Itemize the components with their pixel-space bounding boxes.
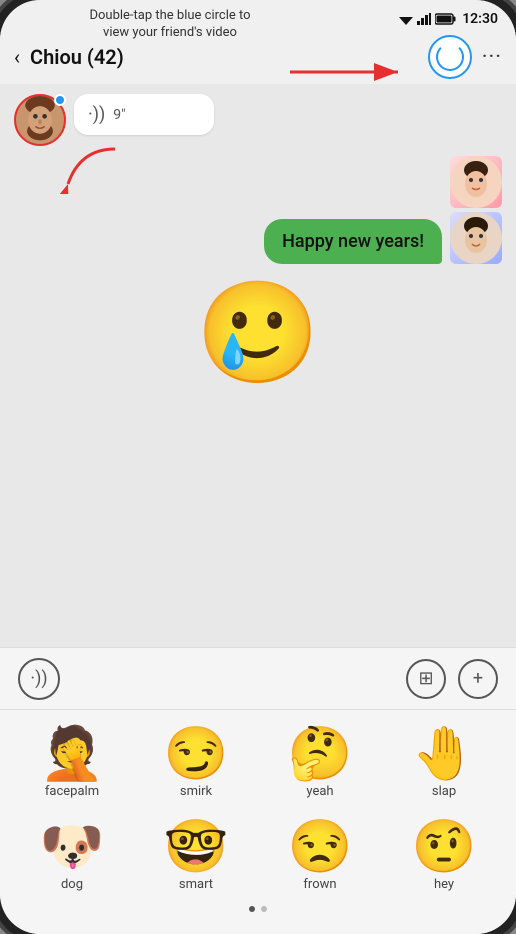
voice-duration: 9" (113, 107, 125, 123)
emoji-keyboard: 🤦 facepalm 😏 smirk 🤔 yeah 🤚 slap 🐶 dog 🤓 smart 😒 frow… (0, 709, 516, 934)
back-button[interactable]: ‹ (14, 45, 20, 69)
tooltip-text: Double-tap the blue circle to view your … (89, 8, 250, 40)
page-dot-1 (249, 906, 255, 912)
video-circle-inner (436, 43, 464, 71)
thumbnails-column (450, 156, 502, 264)
back-chevron: ‹ (14, 45, 20, 69)
yeah-emoji-label: yeah (306, 784, 333, 799)
keyboard-icon: ⊞ (418, 668, 433, 689)
voice-input-icon: ·)) (30, 668, 47, 689)
tooltip-annotation: Double-tap the blue circle to view your … (80, 8, 260, 42)
status-time: 12:30 (462, 11, 498, 27)
input-bar: ·)) ⊞ + (0, 647, 516, 709)
emoji-item-slap[interactable]: 🤚 slap (382, 720, 506, 807)
hey-emoji-label: hey (434, 877, 454, 892)
right-buttons: ⊞ + (406, 659, 498, 699)
page-dots (10, 900, 506, 914)
hey-emoji-icon: 🤨 (412, 821, 477, 873)
emoji-item-yeah[interactable]: 🤔 yeah (258, 720, 382, 807)
more-options-button[interactable]: ··· (482, 45, 502, 70)
keyboard-button[interactable]: ⊞ (406, 659, 446, 699)
add-button[interactable]: + (458, 659, 498, 699)
thumb-face-svg-2 (450, 212, 502, 264)
emoji-item-facepalm[interactable]: 🤦 facepalm (10, 720, 134, 807)
voice-message-incoming: ·)) 9" (14, 94, 502, 146)
smart-emoji-icon: 🤓 (164, 821, 229, 873)
emoji-item-smirk[interactable]: 😏 smirk (134, 720, 258, 807)
battery-icon (435, 13, 457, 25)
thumbnail-2[interactable] (450, 212, 502, 264)
smirk-emoji-icon: 😏 (164, 728, 229, 780)
phone-frame: 12:30 Double-tap the blue circle to view… (0, 0, 516, 934)
slap-emoji-icon: 🤚 (412, 728, 477, 780)
avatar-online-dot (54, 94, 66, 106)
frown-emoji-icon: 😒 (288, 821, 353, 873)
status-icons (399, 13, 457, 25)
voice-input-button[interactable]: ·)) (18, 658, 60, 700)
outgoing-bubble: Happy new years! (264, 219, 442, 264)
page-dot-2 (261, 906, 267, 912)
voice-bubble[interactable]: ·)) 9" (74, 94, 214, 135)
emoji-item-smart[interactable]: 🤓 smart (134, 813, 258, 900)
slap-emoji-label: slap (432, 784, 456, 799)
add-icon: + (473, 668, 483, 689)
video-circle-button[interactable] (428, 35, 472, 79)
signal-icon (417, 13, 431, 25)
yeah-emoji-icon: 🤔 (288, 728, 353, 780)
thumbnail-1[interactable] (450, 156, 502, 208)
chat-area: ·)) 9" Happy new years! (0, 84, 516, 647)
big-emoji-char: 🥲 (196, 284, 321, 384)
frown-emoji-label: frown (303, 877, 336, 892)
big-emoji-message: 🥲 (14, 274, 502, 394)
dog-emoji-label: dog (61, 877, 83, 892)
emoji-item-frown[interactable]: 😒 frown (258, 813, 382, 900)
emoji-item-hey[interactable]: 🤨 hey (382, 813, 506, 900)
thumb-face-svg-1 (450, 156, 502, 208)
left-arrow-annotation (60, 144, 120, 198)
facepalm-emoji-label: facepalm (45, 784, 99, 799)
emoji-item-dog[interactable]: 🐶 dog (10, 813, 134, 900)
facepalm-emoji-icon: 🤦 (40, 728, 105, 780)
dog-emoji-icon: 🐶 (40, 821, 105, 873)
emoji-grid: 🤦 facepalm 😏 smirk 🤔 yeah 🤚 slap 🐶 dog 🤓 smart 😒 frow… (10, 720, 506, 900)
voice-wave-icon: ·)) (88, 104, 105, 125)
smirk-emoji-label: smirk (180, 784, 212, 799)
sender-avatar-wrapper[interactable] (14, 94, 66, 146)
wifi-icon (399, 13, 413, 25)
right-arrow-annotation (290, 57, 410, 91)
outgoing-text: Happy new years! (282, 231, 424, 252)
smart-emoji-label: smart (179, 877, 213, 892)
